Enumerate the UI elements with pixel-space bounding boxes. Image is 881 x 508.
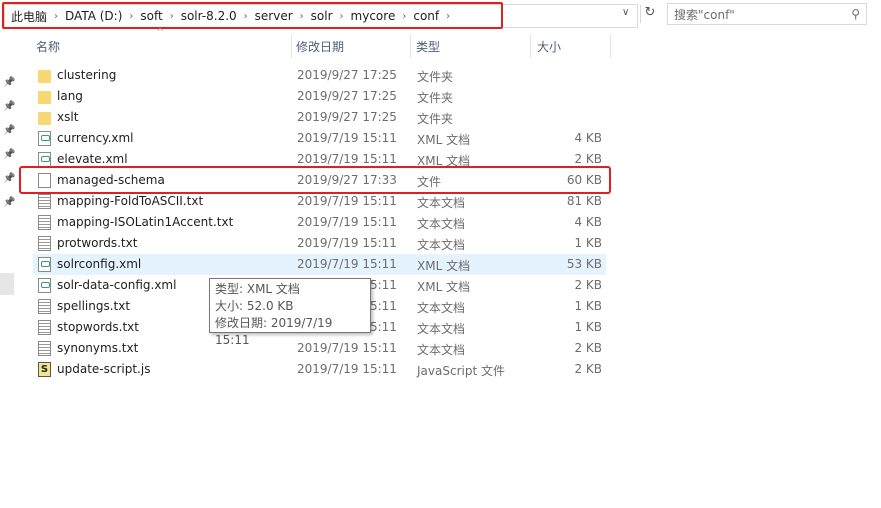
- file-date: 2019/7/19 15:11: [297, 131, 397, 145]
- file-size: 1 KB: [574, 320, 602, 334]
- file-name: mapping-ISOLatin1Accent.txt: [57, 215, 234, 229]
- folder-icon: [38, 112, 51, 125]
- file-size: 2 KB: [574, 341, 602, 355]
- file-date: 2019/7/19 15:11: [297, 236, 397, 250]
- file-size: 2 KB: [574, 362, 602, 376]
- column-divider[interactable]: [530, 34, 531, 58]
- column-divider[interactable]: [610, 34, 611, 58]
- file-date: 2019/7/19 15:11: [297, 194, 397, 208]
- file-size: 53 KB: [566, 257, 602, 271]
- file-row[interactable]: protwords.txt 2019/7/19 15:11 文本文档 1 KB: [33, 233, 606, 254]
- file-name: protwords.txt: [57, 236, 138, 250]
- file-date: 2019/7/19 15:11: [297, 362, 397, 376]
- file-row[interactable]: currency.xml 2019/7/19 15:11 XML 文档 4 KB: [33, 128, 606, 149]
- search-input[interactable]: 搜索"conf" ⚲: [667, 3, 867, 25]
- file-type: XML 文档: [417, 259, 471, 273]
- file-size: 4 KB: [574, 131, 602, 145]
- file-row[interactable]: lang 2019/9/27 17:25 文件夹: [33, 86, 606, 107]
- xml-icon: [38, 278, 51, 293]
- folder-icon: [38, 91, 51, 104]
- tooltip: 类型: XML 文档 大小: 52.0 KB 修改日期: 2019/7/19 1…: [209, 278, 371, 347]
- xml-icon: [38, 152, 51, 167]
- tooltip-date: 修改日期: 2019/7/19 15:11: [215, 316, 333, 347]
- file-type: XML 文档: [417, 133, 471, 147]
- file-date: 2019/9/27 17:25: [297, 68, 397, 82]
- xml-icon: [38, 257, 51, 272]
- file-date: 2019/7/19 15:11: [297, 215, 397, 229]
- file-row[interactable]: mapping-FoldToASCII.txt 2019/7/19 15:11 …: [33, 191, 606, 212]
- file-row[interactable]: clustering 2019/9/27 17:25 文件夹: [33, 65, 606, 86]
- folder-icon: [38, 70, 51, 83]
- file-type: JavaScript 文件: [417, 364, 505, 378]
- file-date: 2019/7/19 15:11: [297, 257, 397, 271]
- file-row[interactable]: xslt 2019/9/27 17:25 文件夹: [33, 107, 606, 128]
- file-type: XML 文档: [417, 280, 471, 294]
- file-row[interactable]: S update-script.js 2019/7/19 15:11 JavaS…: [33, 359, 606, 380]
- tooltip-type: 类型: XML 文档: [215, 282, 300, 296]
- file-type: 文件夹: [417, 91, 454, 105]
- pin-icon[interactable]: 📌: [3, 173, 15, 184]
- column-divider[interactable]: [410, 34, 411, 58]
- file-row[interactable]: solrconfig.xml 2019/7/19 15:11 XML 文档 53…: [33, 254, 606, 275]
- file-type: 文本文档: [417, 217, 466, 231]
- txt-icon: [38, 320, 51, 335]
- chevron-down-icon[interactable]: ∨: [622, 7, 629, 18]
- txt-icon: [38, 194, 51, 209]
- column-header-size[interactable]: 大小: [537, 38, 561, 55]
- file-type: 文本文档: [417, 196, 466, 210]
- file-type: 文件夹: [417, 112, 454, 126]
- annotation-box-address: [2, 2, 503, 29]
- file-type: 文本文档: [417, 301, 466, 315]
- file-date: 2019/9/27 17:25: [297, 110, 397, 124]
- txt-icon: [38, 299, 51, 314]
- nav-pane-scroll[interactable]: [0, 273, 14, 295]
- xml-icon: [38, 131, 51, 146]
- file-type: 文本文档: [417, 343, 466, 357]
- txt-icon: [38, 341, 51, 356]
- file-size: 4 KB: [574, 215, 602, 229]
- file-name: solr-data-config.xml: [57, 278, 177, 292]
- file-date: 2019/9/27 17:25: [297, 89, 397, 103]
- file-name: clustering: [57, 68, 117, 82]
- file-name: currency.xml: [57, 131, 134, 145]
- file-name: stopwords.txt: [57, 320, 139, 334]
- column-header-date[interactable]: 修改日期: [296, 38, 344, 55]
- annotation-box-managed-schema: [19, 166, 611, 194]
- file-name: lang: [57, 89, 83, 103]
- file-name: spellings.txt: [57, 299, 131, 313]
- file-size: 2 KB: [574, 278, 602, 292]
- refresh-icon[interactable]: ↻: [640, 5, 659, 23]
- column-divider[interactable]: [291, 34, 292, 58]
- file-name: solrconfig.xml: [57, 257, 142, 271]
- pin-icon[interactable]: 📌: [3, 77, 15, 88]
- file-name: xslt: [57, 110, 79, 124]
- file-date: 2019/7/19 15:11: [297, 152, 397, 166]
- file-size: 1 KB: [574, 236, 602, 250]
- file-size: 81 KB: [566, 194, 602, 208]
- search-placeholder: 搜索"conf": [674, 7, 735, 22]
- file-size: 2 KB: [574, 152, 602, 166]
- txt-icon: [38, 215, 51, 230]
- pin-icon[interactable]: 📌: [3, 197, 15, 208]
- file-type: 文本文档: [417, 238, 466, 252]
- column-header-name[interactable]: 名称: [36, 38, 60, 55]
- txt-icon: [38, 236, 51, 251]
- sort-up-icon: ^: [156, 27, 165, 38]
- file-name: mapping-FoldToASCII.txt: [57, 194, 204, 208]
- file-name: synonyms.txt: [57, 341, 139, 355]
- search-icon: ⚲: [851, 7, 860, 21]
- pin-icon[interactable]: 📌: [3, 149, 15, 160]
- file-type: 文本文档: [417, 322, 466, 336]
- file-size: 1 KB: [574, 299, 602, 313]
- pin-icon[interactable]: 📌: [3, 125, 15, 136]
- tooltip-size: 大小: 52.0 KB: [215, 299, 294, 313]
- file-type: 文件夹: [417, 70, 454, 84]
- js-icon: S: [38, 362, 51, 377]
- file-name: update-script.js: [57, 362, 151, 376]
- column-header-type[interactable]: 类型: [416, 38, 440, 55]
- file-row[interactable]: mapping-ISOLatin1Accent.txt 2019/7/19 15…: [33, 212, 606, 233]
- pin-icon[interactable]: 📌: [3, 101, 15, 112]
- file-name: elevate.xml: [57, 152, 128, 166]
